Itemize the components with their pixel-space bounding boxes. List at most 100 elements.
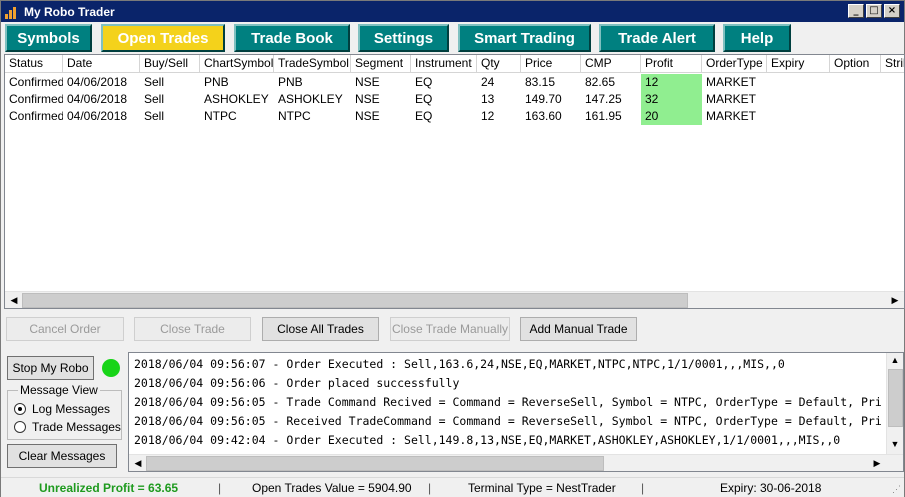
- maximize-button[interactable]: □: [866, 4, 882, 18]
- stop-robo-button[interactable]: Stop My Robo: [7, 356, 94, 380]
- column-header-price[interactable]: Price: [521, 55, 581, 73]
- table-row[interactable]: Confirmed 04/06/2018 Sell NTPC NTPC NSE EQ 12 16…: [5, 108, 904, 125]
- resize-grip-icon[interactable]: ⋰: [892, 484, 901, 495]
- table-cell: NSE: [355, 92, 380, 106]
- table-cell: [881, 91, 904, 108]
- table-cell: EQ: [415, 92, 433, 106]
- column-header-status[interactable]: Status: [5, 55, 63, 73]
- table-cell: 04/06/2018: [67, 109, 128, 123]
- column-header-qty[interactable]: Qty: [477, 55, 521, 73]
- add-manual-trade-button[interactable]: Add Manual Trade: [520, 317, 637, 341]
- log-scroll-right-icon[interactable]: ▶: [869, 456, 885, 471]
- log-messages-radio[interactable]: [14, 403, 26, 415]
- table-cell: 20: [641, 108, 702, 125]
- column-header-cmp[interactable]: CMP: [581, 55, 641, 73]
- expiry-date: Expiry: 30-06-2018: [720, 481, 822, 495]
- log-scroll-left-icon[interactable]: ◀: [130, 456, 146, 471]
- chart-bars-icon: [5, 5, 19, 19]
- message-view-title: Message View: [18, 383, 100, 397]
- table-cell: 149.70: [525, 92, 562, 106]
- menu-smart-trading[interactable]: Smart Trading: [458, 24, 591, 52]
- table-cell: 82.65: [585, 75, 616, 89]
- table-cell: NSE: [355, 109, 380, 123]
- log-horizontal-scrollbar[interactable]: ◀ ▶: [129, 454, 903, 471]
- column-header-instrument[interactable]: Instrument: [411, 55, 477, 73]
- table-cell: 12: [481, 109, 495, 123]
- close-trade-button[interactable]: Close Trade: [134, 317, 251, 341]
- table-cell: 04/06/2018: [67, 75, 128, 89]
- column-header-buysell[interactable]: Buy/Sell: [140, 55, 200, 73]
- log-vscroll-thumb[interactable]: [888, 369, 903, 427]
- scroll-down-icon[interactable]: ▼: [887, 437, 903, 452]
- column-header-date[interactable]: Date: [63, 55, 140, 73]
- table-row[interactable]: Confirmed 04/06/2018 Sell PNB PNB NSE EQ 24 83.1…: [5, 74, 904, 91]
- window-title: My Robo Trader: [24, 4, 115, 19]
- status-bar: Unrealized Profit = 63.65 | Open Trades …: [1, 477, 904, 497]
- column-header-tradesymbol[interactable]: TradeSymbol: [274, 55, 351, 73]
- table-cell: NTPC: [204, 109, 237, 123]
- trade-messages-radio[interactable]: [14, 421, 26, 433]
- table-cell: PNB: [278, 75, 303, 89]
- message-view-group: Message View Log Messages Trade Messages: [7, 383, 122, 440]
- table-cell: 04/06/2018: [67, 92, 128, 106]
- minimize-button[interactable]: _: [848, 4, 864, 18]
- open-trades-grid[interactable]: Status Date Buy/Sell ChartSymbol TradeSymbol…: [4, 54, 905, 309]
- menu-help[interactable]: Help: [723, 24, 791, 52]
- column-header-profit[interactable]: Profit: [641, 55, 702, 73]
- column-header-ordertype[interactable]: OrderType: [702, 55, 767, 73]
- open-trades-value: Open Trades Value = 5904.90: [252, 481, 412, 495]
- table-cell: 24: [481, 75, 495, 89]
- log-vertical-scrollbar[interactable]: ▲ ▼: [886, 353, 903, 454]
- cancel-order-button[interactable]: Cancel Order: [6, 317, 124, 341]
- table-cell: [830, 108, 881, 125]
- menu-trade-book[interactable]: Trade Book: [234, 24, 350, 52]
- scroll-right-icon[interactable]: ▶: [887, 293, 903, 308]
- column-header-chartsymbol[interactable]: ChartSymbol: [200, 55, 274, 73]
- table-row[interactable]: Confirmed 04/06/2018 Sell ASHOKLEY ASHOKLEY N…: [5, 91, 904, 108]
- table-cell: MARKET: [706, 92, 757, 106]
- table-cell: 13: [481, 92, 495, 106]
- close-all-trades-button[interactable]: Close All Trades: [262, 317, 379, 341]
- scroll-left-icon[interactable]: ◀: [6, 293, 22, 308]
- close-button[interactable]: ×: [884, 4, 900, 18]
- menu-bar: Symbols Open Trades Trade Book Settings …: [1, 22, 904, 54]
- scroll-up-icon[interactable]: ▲: [887, 353, 903, 368]
- robo-status-indicator: [102, 359, 120, 377]
- title-bar: My Robo Trader _ □ ×: [1, 1, 904, 22]
- table-cell: [881, 74, 904, 91]
- table-cell: 161.95: [585, 109, 622, 123]
- table-cell: NSE: [355, 75, 380, 89]
- menu-symbols[interactable]: Symbols: [5, 24, 92, 52]
- column-header-strik[interactable]: Strik: [881, 55, 904, 73]
- log-messages-box[interactable]: 2018/06/04 09:56:07 - Order Executed : S…: [128, 352, 904, 472]
- trade-messages-option[interactable]: Trade Messages: [14, 420, 121, 434]
- table-cell: [830, 91, 881, 108]
- menu-trade-alert[interactable]: Trade Alert: [599, 24, 715, 52]
- log-messages-option[interactable]: Log Messages: [14, 402, 110, 416]
- grid-horizontal-scrollbar[interactable]: ◀ ▶: [5, 291, 904, 308]
- table-cell: 163.60: [525, 109, 562, 123]
- menu-settings[interactable]: Settings: [358, 24, 449, 52]
- column-header-segment[interactable]: Segment: [351, 55, 411, 73]
- trade-messages-label: Trade Messages: [32, 420, 121, 434]
- menu-open-trades[interactable]: Open Trades: [101, 24, 225, 52]
- log-line: 2018/06/04 09:56:05 - Trade Command Reci…: [134, 395, 882, 409]
- scroll-thumb[interactable]: [22, 293, 688, 308]
- table-cell: 83.15: [525, 75, 556, 89]
- app-window: My Robo Trader _ □ × Symbols Open Trades…: [0, 0, 905, 497]
- log-hscroll-thumb[interactable]: [146, 456, 604, 471]
- log-line: 2018/06/04 09:56:05 - Received TradeComm…: [134, 414, 882, 428]
- column-header-expiry[interactable]: Expiry: [767, 55, 830, 73]
- table-cell: [767, 108, 830, 125]
- grid-header: Status Date Buy/Sell ChartSymbol TradeSymbol…: [5, 55, 904, 73]
- clear-messages-button[interactable]: Clear Messages: [7, 444, 117, 468]
- table-cell: Confirmed: [9, 109, 63, 123]
- table-cell: PNB: [204, 75, 229, 89]
- column-header-option[interactable]: Option: [830, 55, 881, 73]
- table-cell: Confirmed: [9, 92, 63, 106]
- unrealized-profit: Unrealized Profit = 63.65: [39, 481, 179, 495]
- close-trade-manually-button[interactable]: Close Trade Manually: [390, 317, 510, 341]
- table-cell: EQ: [415, 109, 433, 123]
- table-cell: 147.25: [585, 92, 622, 106]
- table-cell: Sell: [144, 92, 165, 106]
